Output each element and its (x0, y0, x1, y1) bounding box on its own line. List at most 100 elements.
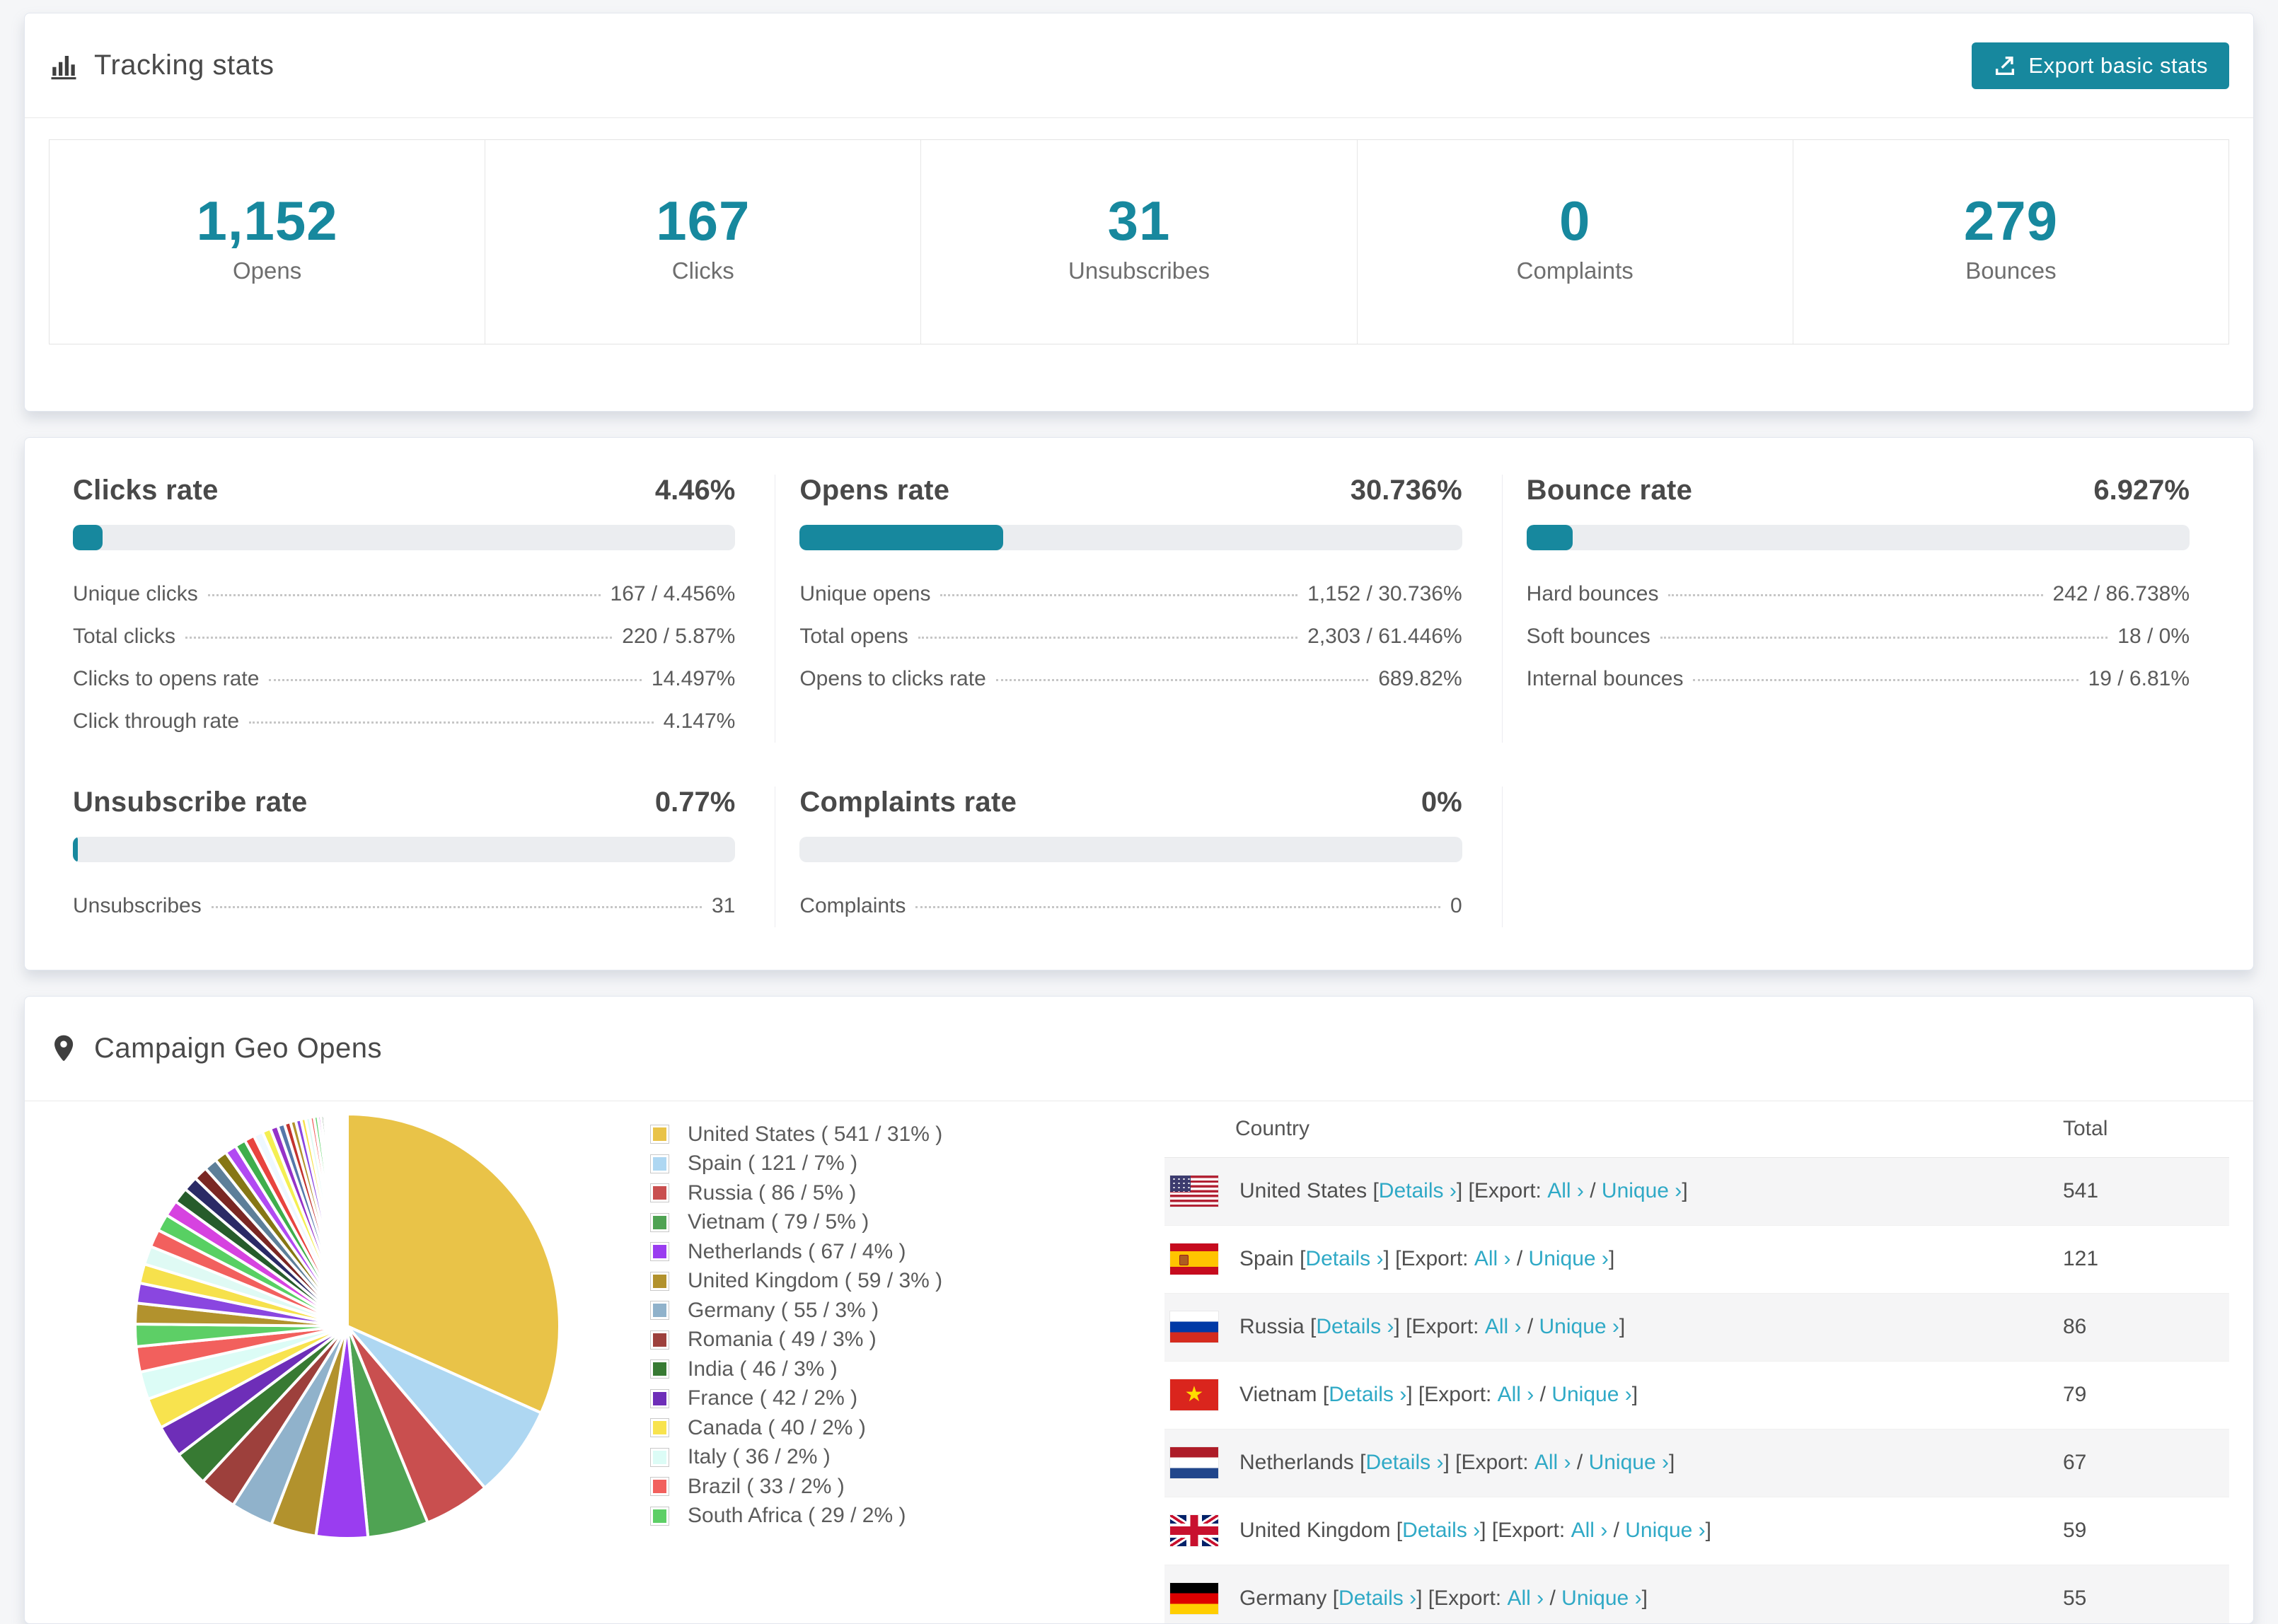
country-name: United Kingdom (1239, 1519, 1391, 1543)
details-link[interactable]: Details › (1329, 1383, 1406, 1407)
bar-chart-icon (51, 55, 76, 79)
dotted-leader (995, 678, 1369, 681)
rate-percent: 6.927% (2093, 474, 2190, 506)
export-all-link[interactable]: All › (1485, 1315, 1522, 1339)
details-link[interactable]: Details › (1305, 1247, 1383, 1271)
slash: / (1521, 1315, 1539, 1339)
export-label: Export: (1424, 1383, 1492, 1407)
rate-block: Clicks rate 4.46% Unique clicks 167 / 4.… (49, 474, 776, 743)
rate-row-value: 689.82% (1378, 666, 1462, 690)
rate-row-label: Complaints (799, 893, 906, 917)
rate-block: Bounce rate 6.927% Hard bounces 242 / 86… (1503, 475, 2229, 743)
rate-rows: Unique opens 1,152 / 30.736% Total opens… (799, 573, 1462, 700)
legend-item: South Africa ( 29 / 2% ) (650, 1501, 942, 1531)
export-all-link[interactable]: All › (1474, 1247, 1511, 1271)
rate-detail-row: Unique opens 1,152 / 30.736% (799, 573, 1462, 615)
legend-swatch (650, 1388, 669, 1408)
dotted-leader (1693, 678, 2078, 681)
rate-row-value: 0 (1450, 893, 1462, 917)
legend-label: Italy ( 36 / 2% ) (688, 1445, 831, 1469)
details-link[interactable]: Details › (1316, 1315, 1394, 1339)
export-all-link[interactable]: All › (1571, 1519, 1608, 1543)
export-all-link[interactable]: All › (1507, 1587, 1544, 1611)
export-unique-link[interactable]: Unique › (1602, 1179, 1682, 1203)
rate-percent: 30.736% (1350, 474, 1462, 506)
legend-swatch (650, 1301, 669, 1321)
export-all-link[interactable]: All › (1498, 1383, 1534, 1407)
legend-label: Brazil ( 33 / 2% ) (688, 1474, 845, 1498)
bracket-open: [ (1304, 1315, 1317, 1339)
geo-pie-legend: United States ( 541 / 31% ) Spain ( 121 … (650, 1120, 942, 1531)
rate-row-label: Hard bounces (1526, 581, 1659, 605)
rate-detail-row: Click through rate 4.147% (73, 700, 735, 743)
country-flag-icon (1170, 1379, 1218, 1411)
country-name: Netherlands (1239, 1451, 1354, 1475)
rate-detail-row: Opens to clicks rate 689.82% (799, 658, 1462, 700)
country-total: 541 (2063, 1179, 2099, 1203)
dotted-leader (918, 636, 1298, 639)
legend-label: India ( 46 / 3% ) (688, 1357, 838, 1381)
export-unique-link[interactable]: Unique › (1589, 1451, 1669, 1475)
export-unique-link[interactable]: Unique › (1625, 1519, 1705, 1543)
bracket-close: ] (1641, 1587, 1648, 1611)
stat-value: 167 (656, 190, 751, 252)
tracking-stats-header: Tracking stats Export basic stats (25, 13, 2253, 118)
export-unique-link[interactable]: Unique › (1539, 1315, 1619, 1339)
country-total: 67 (2063, 1451, 2087, 1475)
rate-progress-fill (799, 524, 1004, 550)
export-basic-stats-button[interactable]: Export basic stats (1972, 42, 2229, 89)
rate-title: Unsubscribe rate (73, 786, 308, 818)
export-unique-link[interactable]: Unique › (1551, 1383, 1631, 1407)
legend-swatch (650, 1477, 669, 1497)
country-total: 79 (2063, 1383, 2087, 1407)
legend-item: India ( 46 / 3% ) (650, 1355, 942, 1384)
country-total: 121 (2063, 1247, 2099, 1271)
legend-swatch (650, 1183, 669, 1203)
geo-country-table: Country Total United States [Details ›] … (1164, 1101, 2229, 1623)
table-row: Germany [Details ›] [Export: All › / Uni… (1164, 1565, 2229, 1623)
dotted-leader (269, 678, 642, 681)
rate-progress-track (73, 836, 736, 862)
legend-item: Romania ( 49 / 3% ) (650, 1325, 942, 1355)
rate-title: Opens rate (799, 474, 950, 506)
dotted-leader (915, 905, 1440, 908)
column-header-total: Total (2063, 1117, 2108, 1141)
legend-swatch (650, 1418, 669, 1438)
legend-label: Canada ( 40 / 2% ) (688, 1415, 866, 1439)
legend-item: United States ( 541 / 31% ) (650, 1120, 942, 1149)
details-link[interactable]: Details › (1402, 1519, 1480, 1543)
rate-row-label: Unique clicks (73, 581, 198, 605)
rate-progress-track (799, 524, 1462, 550)
stat-value: 0 (1559, 190, 1591, 252)
slash: / (1607, 1519, 1626, 1543)
legend-item: Russia ( 86 / 5% ) (650, 1178, 942, 1208)
export-unique-link[interactable]: Unique › (1529, 1247, 1609, 1271)
stat-label: Clicks (671, 257, 734, 284)
page-title: Tracking stats (94, 50, 274, 81)
details-link[interactable]: Details › (1365, 1451, 1443, 1475)
rate-title: Complaints rate (799, 786, 1017, 818)
legend-swatch (650, 1447, 669, 1467)
legend-label: Netherlands ( 67 / 4% ) (688, 1239, 906, 1263)
table-header-row: Country Total (1164, 1101, 2229, 1158)
legend-item: Vietnam ( 79 / 5% ) (650, 1207, 942, 1237)
bracket-close: ] (1682, 1179, 1688, 1203)
slash: / (1534, 1383, 1552, 1407)
legend-swatch (650, 1154, 669, 1173)
export-all-link[interactable]: All › (1547, 1179, 1584, 1203)
rate-row-value: 220 / 5.87% (622, 624, 736, 648)
summary-stat-cell: 0 Complaints (1356, 140, 1793, 344)
rate-percent: 0% (1421, 786, 1462, 818)
rate-row-label: Opens to clicks rate (799, 666, 986, 690)
export-all-link[interactable]: All › (1534, 1451, 1571, 1475)
details-link[interactable]: Details › (1339, 1587, 1416, 1611)
rate-percent: 0.77% (654, 786, 736, 818)
export-unique-link[interactable]: Unique › (1561, 1587, 1641, 1611)
rate-detail-row: Hard bounces 242 / 86.738% (1527, 573, 2190, 615)
bracket-open: [ (1353, 1451, 1366, 1475)
details-link[interactable]: Details › (1379, 1179, 1457, 1203)
rate-row-label: Internal bounces (1526, 666, 1684, 690)
tracking-stats-card: Tracking stats Export basic stats 1,152 … (24, 13, 2254, 412)
